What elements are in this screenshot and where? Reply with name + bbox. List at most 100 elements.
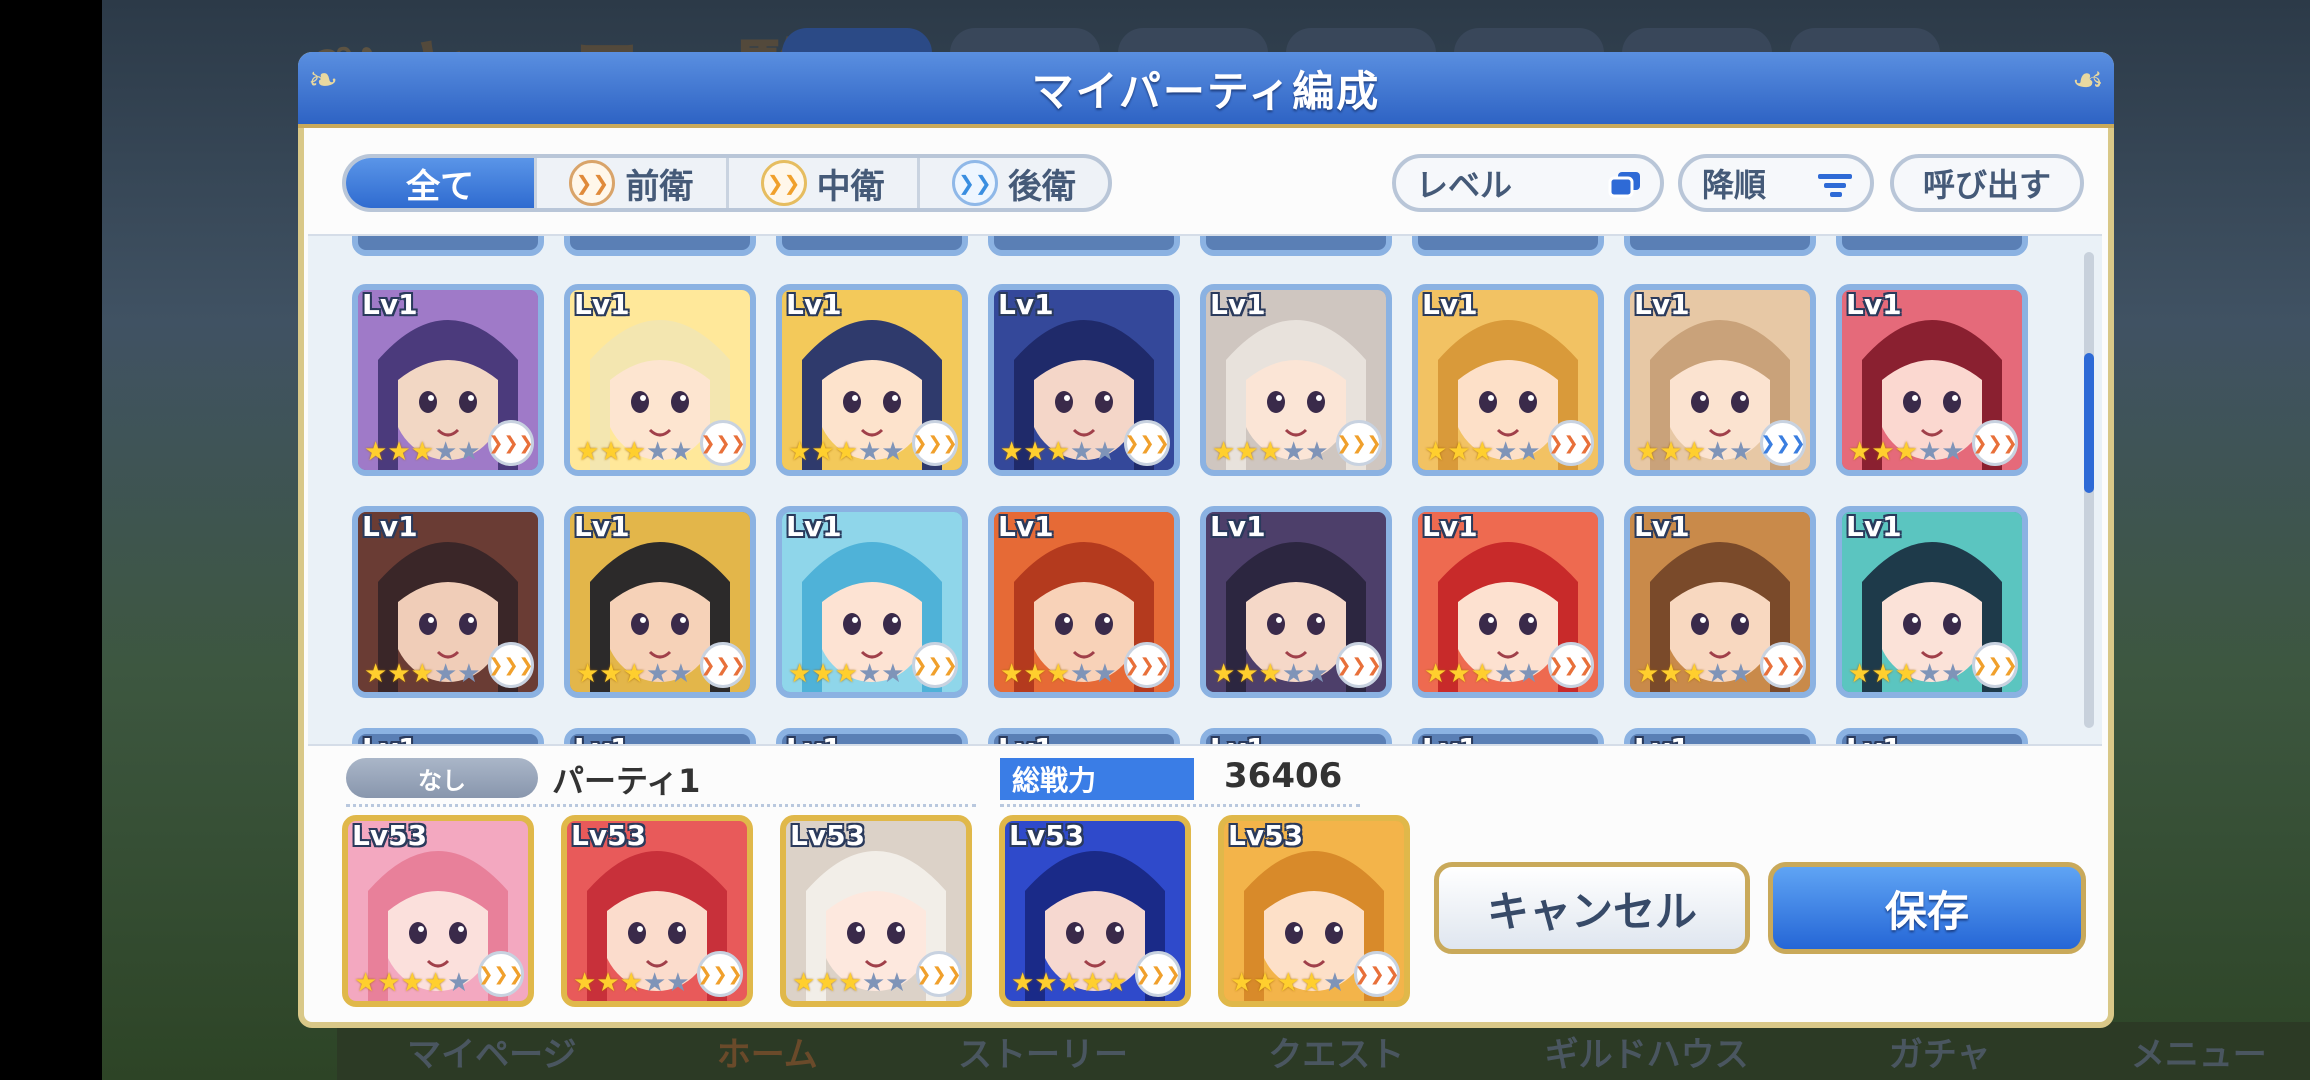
star-icon: ★ [1493,437,1518,467]
star-icon: ★ [1424,659,1448,689]
star-icon: ★ [622,659,646,689]
character-card-peek[interactable]: Lv1 [564,728,756,744]
star-icon: ★ [834,437,858,467]
roster-scroll-thumb[interactable] [2084,353,2094,493]
tab-all[interactable]: 全て [346,158,535,208]
party-member-card[interactable]: Lv53 ★ ★ ★ ★ ★ ❯❯❯ [342,815,534,1007]
star-icon: ★ [1894,659,1918,689]
save-button[interactable]: 保存 [1768,862,2086,954]
character-card[interactable]: Lv1 ★ ★ ★ ★ ★ ❯❯❯ [564,284,756,476]
character-card[interactable]: Lv1 ★ ★ ★ ★ ★ ❯❯❯ [352,506,544,698]
star-icon: ★ [622,437,646,467]
character-card[interactable]: Lv1 ★ ★ ★ ★ ★ ❯❯❯ [352,284,544,476]
recall-button[interactable]: 呼び出す [1890,154,2084,212]
party-member-card[interactable]: Lv53 ★ ★ ★ ★ ★ ❯❯❯ [561,815,753,1007]
character-card-peek[interactable] [352,236,544,256]
character-card-peek[interactable]: Lv1 [988,728,1180,744]
dotted-divider [1000,804,1360,807]
character-card-peek[interactable] [1200,236,1392,256]
level-label: Lv1 [1422,288,1478,321]
back-role-icon: ❯❯ [951,160,998,206]
star-rating: ★ ★ ★ ★ ★ [1000,438,1117,466]
star-icon: ★ [447,968,471,998]
party-edit-dialog: ❧ マイパーティ編成 ☙ 全て ❯❯ 前衛 ❯❯ 中衛 ❯❯ 後衛 レベル 降順 呼び… [298,52,2114,1028]
level-label: Lv1 [1210,510,1266,543]
sort-level-label: レベル [1416,166,1513,204]
star-icon: ★ [599,437,623,467]
character-card-peek[interactable]: Lv1 [1624,728,1816,744]
level-label: Lv1 [1846,288,1902,321]
front-role-icon: ❯❯❯ [1548,420,1594,466]
character-card-peek[interactable]: Lv1 [352,728,544,744]
character-roster[interactable]: Lv1 ★ ★ ★ ★ ★ ❯❯❯ Lv1 ★ ★ ★ ★ ★ ❯❯❯ Lv1 ★ ★ ★ ★ ★ ❯❯❯ Lv1 ★ ★ ★ ★… [308,234,2102,746]
star-icon: ★ [1235,659,1259,689]
character-card[interactable]: Lv1 ★ ★ ★ ★ ★ ❯❯❯ [776,506,968,698]
character-card[interactable]: Lv1 ★ ★ ★ ★ ★ ❯❯❯ [1624,284,1816,476]
star-icon: ★ [1104,968,1128,998]
character-card-peek[interactable] [1624,236,1816,256]
star-icon: ★ [423,968,448,998]
tab-label: 中衛 [816,166,885,207]
character-card[interactable]: Lv1 ★ ★ ★ ★ ★ ❯❯❯ [988,284,1180,476]
cancel-button[interactable]: キャンセル [1434,862,1750,954]
roster-scrollbar[interactable] [2084,252,2094,728]
character-card[interactable]: Lv1 ★ ★ ★ ★ ★ ❯❯❯ [1836,506,2028,698]
star-icon: ★ [788,659,812,689]
mid-role-icon: ❯❯❯ [488,642,534,688]
star-icon: ★ [1636,437,1660,467]
party-member-card[interactable]: Lv53 ★ ★ ★ ★ ★ ❯❯❯ [999,815,1191,1007]
star-icon: ★ [573,968,597,998]
party-member-card[interactable]: Lv53 ★ ★ ★ ★ ★ ❯❯❯ [1218,815,1410,1007]
star-icon: ★ [1659,437,1683,467]
character-card[interactable]: Lv1 ★ ★ ★ ★ ★ ❯❯❯ [1412,506,1604,698]
star-icon: ★ [1447,437,1471,467]
tab-back[interactable]: ❯❯ 後衛 [916,158,1108,208]
character-card[interactable]: Lv1 ★ ★ ★ ★ ★ ❯❯❯ [1836,284,2028,476]
character-card-peek[interactable]: Lv1 [1200,728,1392,744]
character-card[interactable]: Lv1 ★ ★ ★ ★ ★ ❯❯❯ [564,506,756,698]
character-card[interactable]: Lv1 ★ ★ ★ ★ ★ ❯❯❯ [1200,284,1392,476]
star-rating: ★ ★ ★ ★ ★ [1848,438,1965,466]
star-icon: ★ [1636,659,1660,689]
sort-key-icon [1608,172,1640,198]
level-label: Lv1 [574,734,630,744]
character-card-peek[interactable] [776,236,968,256]
sort-order-button[interactable]: 降順 [1678,154,1874,212]
star-rating: ★ ★ ★ ★ ★ [788,660,905,688]
star-icon: ★ [387,437,411,467]
dialog-title: マイパーティ編成 [1031,66,1381,116]
character-card-peek[interactable] [1412,236,1604,256]
mid-role-icon: ❯❯❯ [1124,420,1170,466]
character-card-peek[interactable]: Lv1 [776,728,968,744]
mid-role-icon: ❯❯❯ [1972,642,2018,688]
character-card[interactable]: Lv1 ★ ★ ★ ★ ★ ❯❯❯ [988,506,1180,698]
corner-ornament-icon: ☙ [2071,60,2104,101]
character-card-peek[interactable]: Lv1 [1412,728,1604,744]
nav-item: ガチャ [1888,1034,1991,1075]
character-card-peek[interactable] [988,236,1180,256]
tab-middle[interactable]: ❯❯ 中衛 [725,158,917,208]
star-icon: ★ [857,659,882,689]
level-label: Lv1 [1846,510,1902,543]
level-label: Lv1 [1634,510,1690,543]
star-icon: ★ [377,968,401,998]
front-role-icon: ❯❯❯ [1760,642,1806,688]
character-card-peek[interactable] [564,236,756,256]
character-card[interactable]: Lv1 ★ ★ ★ ★ ★ ❯❯❯ [776,284,968,476]
character-card-peek[interactable]: Lv1 [1836,728,2028,744]
star-rating: ★ ★ ★ ★ ★ [1230,969,1347,997]
character-card[interactable]: Lv1 ★ ★ ★ ★ ★ ❯❯❯ [1200,506,1392,698]
front-role-icon: ❯❯❯ [1972,420,2018,466]
star-rating: ★ ★ ★ ★ ★ [792,969,909,997]
sort-level-button[interactable]: レベル [1392,154,1664,212]
character-card-peek[interactable] [1836,236,2028,256]
tab-front[interactable]: ❯❯ 前衛 [534,158,725,208]
party-member-card[interactable]: Lv53 ★ ★ ★ ★ ★ ❯❯❯ [780,815,972,1007]
character-card[interactable]: Lv1 ★ ★ ★ ★ ★ ❯❯❯ [1412,284,1604,476]
character-card[interactable]: Lv1 ★ ★ ★ ★ ★ ❯❯❯ [1624,506,1816,698]
star-icon: ★ [1729,437,1753,467]
star-icon: ★ [1659,659,1683,689]
star-rating: ★ ★ ★ ★ ★ [364,660,481,688]
star-icon: ★ [1034,968,1058,998]
background-bottom-nav: マイページ ホーム ストーリー クエスト ギルドハウス ガチャ メニュー [337,1022,2310,1080]
